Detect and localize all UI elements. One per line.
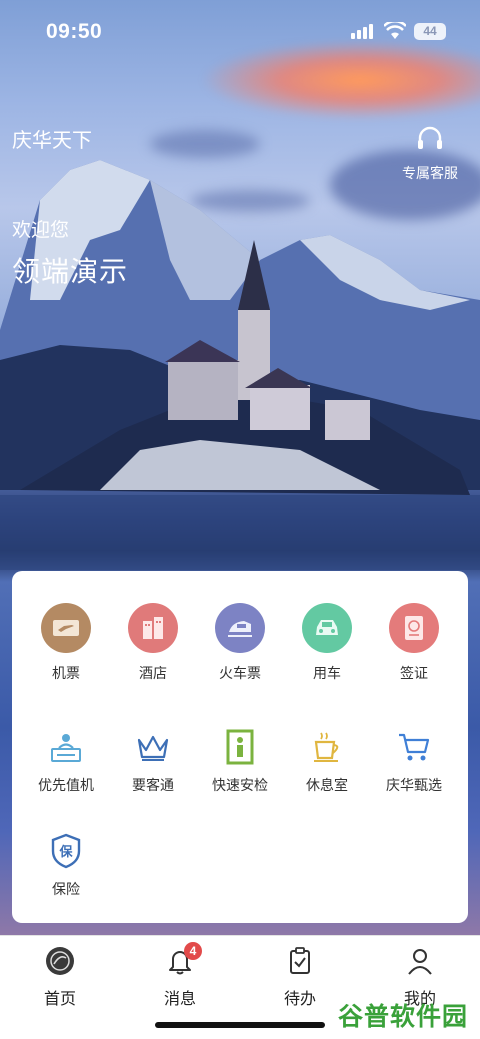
battery-indicator: 44 [414, 23, 446, 40]
service-label: 休息室 [306, 777, 348, 793]
service-label: 签证 [400, 665, 428, 681]
tab-label: 首页 [43, 991, 76, 1008]
tab-messages[interactable]: 4 消息 [140, 942, 220, 1009]
service-lounge[interactable]: 休息室 [283, 721, 371, 795]
brand-title: 庆华天下 [12, 130, 92, 152]
tab-label: 待办 [283, 991, 316, 1008]
train-icon [215, 603, 265, 653]
shopping-cart-icon [396, 729, 432, 765]
service-panel: 机票 酒店 火车票 用车 签证 优先值机 要客通 快速安检 休息室 庆华甄选 保… [12, 571, 468, 923]
car-icon [302, 603, 352, 653]
service-vip[interactable]: 要客通 [109, 721, 197, 795]
user-icon [408, 949, 432, 975]
home-logo-icon [46, 947, 74, 975]
tab-todo[interactable]: 待办 [260, 946, 340, 1009]
customer-service-button[interactable]: 专属客服 [398, 126, 462, 183]
clipboard-check-icon [290, 947, 310, 974]
svg-text:保: 保 [58, 844, 73, 860]
unread-badge: 4 [184, 942, 202, 960]
tab-label: 消息 [163, 991, 196, 1008]
priority-checkin-icon [48, 729, 84, 765]
cellular-signal-icon [351, 24, 373, 39]
service-flight[interactable]: 机票 [22, 603, 110, 683]
service-train[interactable]: 火车票 [196, 603, 284, 683]
service-label: 快速安检 [212, 777, 268, 793]
service-fast-security[interactable]: 快速安检 [196, 721, 284, 795]
coffee-cup-icon [309, 729, 345, 765]
service-visa[interactable]: 签证 [370, 603, 458, 683]
welcome-username: 领端演示 [12, 256, 129, 287]
status-time: 09:50 [46, 20, 103, 43]
service-label: 要客通 [132, 777, 174, 793]
service-shop[interactable]: 庆华甄选 [370, 721, 458, 795]
service-label: 优先值机 [38, 777, 94, 793]
customer-service-label: 专属客服 [402, 165, 458, 181]
service-label: 庆华甄选 [386, 777, 442, 793]
flight-ticket-icon [41, 603, 91, 653]
service-hotel[interactable]: 酒店 [109, 603, 197, 683]
watermark-text: 谷普软件园 [338, 1003, 469, 1031]
home-indicator [155, 1022, 325, 1028]
service-insurance[interactable]: 保 保险 [22, 825, 110, 899]
service-car[interactable]: 用车 [283, 603, 371, 683]
hotel-icon [128, 603, 178, 653]
service-priority-checkin[interactable]: 优先值机 [22, 721, 110, 795]
security-gate-icon [222, 729, 258, 765]
welcome-greeting: 欢迎您 [12, 220, 70, 241]
watermark: 谷普软件园 [330, 993, 472, 1031]
crown-icon [135, 729, 171, 765]
headset-icon [418, 126, 442, 149]
status-bar: 09:50 44 [0, 0, 480, 62]
service-label: 火车票 [219, 665, 261, 681]
service-label: 保险 [52, 881, 80, 897]
insurance-shield-icon: 保 [48, 833, 84, 869]
service-label: 用车 [313, 665, 341, 681]
visa-icon [389, 603, 439, 653]
service-label: 酒店 [139, 665, 167, 681]
service-label: 机票 [52, 665, 80, 681]
wifi-icon [384, 22, 406, 39]
tab-home[interactable]: 首页 [20, 946, 100, 1009]
